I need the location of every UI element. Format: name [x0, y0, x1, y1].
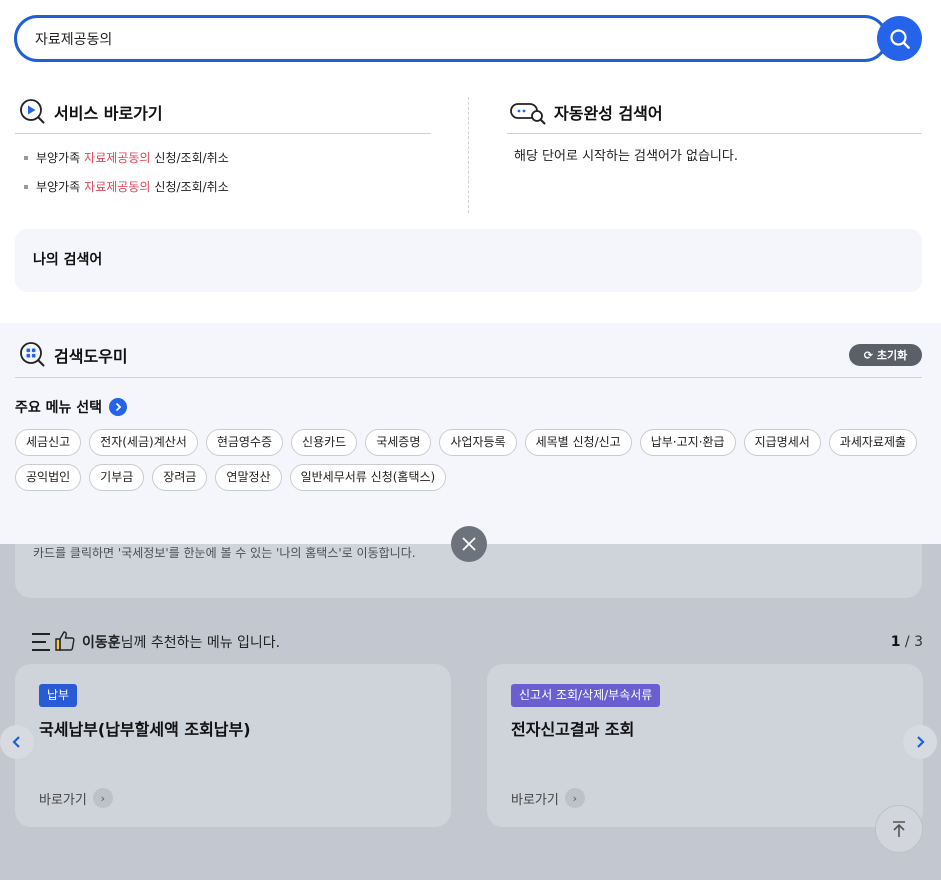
menu-chip[interactable]: 국세증명	[365, 429, 432, 456]
shortcut-link[interactable]: 바로가기 ›	[39, 788, 113, 808]
shortcut-link[interactable]: 바로가기 ›	[511, 788, 585, 808]
chevron-right-icon	[109, 398, 128, 416]
main-menu-select-label: 주요 메뉴 선택	[15, 400, 103, 416]
search-helper-header: 검색도우미	[19, 341, 128, 368]
scroll-top-button[interactable]	[875, 805, 923, 853]
menu-chip[interactable]: 지급명세서	[743, 429, 821, 456]
menu-chip[interactable]: 과세자료제출	[828, 429, 918, 456]
menu-chip[interactable]: 일반세무서류 신청(홈택스)	[289, 464, 447, 491]
pager-total: 3	[914, 634, 923, 650]
autocomplete-empty-message: 해당 단어로 시작하는 검색어가 없습니다.	[514, 149, 738, 164]
service-shortcut-list: 부양가족 자료제공동의 신청/조회/취소 부양가족 자료제공동의 신청/조회/취소	[24, 148, 233, 206]
menu-chip[interactable]: 장려금	[152, 464, 208, 491]
chevron-right-icon: ›	[92, 788, 113, 808]
chevron-right-icon: ›	[564, 788, 585, 808]
service-shortcut-item[interactable]: 부양가족 자료제공동의 신청/조회/취소	[24, 148, 233, 177]
reset-button[interactable]: ⟳ 초기화	[849, 344, 922, 366]
close-search-button[interactable]	[451, 526, 487, 562]
reco-card-title: 국세납부(납부할세액 조회납부)	[39, 720, 251, 739]
card-note: 카드를 클릭하면 '국세정보'를 한눈에 볼 수 있는 '나의 홈택스'로 이동…	[33, 546, 416, 560]
menu-chip[interactable]: 사업자등록	[439, 429, 517, 456]
refresh-icon: ⟳	[863, 348, 873, 362]
menu-chip[interactable]: 전자(세금)계산서	[89, 429, 198, 456]
search-box	[14, 15, 888, 62]
chevron-right-icon	[917, 736, 925, 748]
menu-chip[interactable]: 신용카드	[291, 429, 358, 456]
slide-prev-button[interactable]	[0, 725, 34, 759]
reco-card-payment[interactable]: 납부 국세납부(납부할세액 조회납부) 바로가기 ›	[15, 664, 451, 827]
reco-card-tag: 납부	[39, 684, 78, 707]
search-button[interactable]	[877, 16, 922, 61]
search-helper-title: 검색도우미	[54, 346, 128, 366]
service-shortcuts-title: 서비스 바로가기	[54, 103, 163, 123]
close-icon	[462, 537, 476, 551]
play-search-icon	[20, 99, 45, 124]
search-input[interactable]	[35, 28, 855, 50]
my-search-title: 나의 검색어	[33, 252, 103, 268]
reco-card-tag: 신고서 조회/삭제/부속서류	[511, 684, 661, 707]
chevron-left-icon	[12, 736, 20, 748]
arrow-up-icon	[893, 821, 905, 837]
autocomplete-title: 자동완성 검색어	[554, 103, 663, 123]
column-divider	[468, 97, 469, 213]
menu-chip-list: 세금신고 전자(세금)계산서 현금영수증 신용카드 국세증명 사업자등록 세목별…	[15, 429, 927, 491]
menu-chip[interactable]: 연말정산	[215, 464, 282, 491]
divider	[15, 377, 922, 378]
menu-chip[interactable]: 납부·고지·환급	[639, 429, 736, 456]
service-shortcuts-header: 서비스 바로가기	[19, 98, 163, 125]
reco-user-name: 이동훈	[82, 635, 121, 651]
recommendation-header: 이동훈님께 추천하는 메뉴 입니다.	[32, 628, 280, 656]
pager-current: 1	[890, 634, 901, 650]
menu-chip[interactable]: 기부금	[89, 464, 145, 491]
slide-next-button[interactable]	[903, 725, 937, 759]
search-panel: 서비스 바로가기 부양가족자료제공동의신청/조회/취소 부양가족자료제공동의신청…	[0, 0, 941, 544]
reco-card-title: 전자신고결과 조회	[511, 720, 635, 739]
reco-pager: 1 / 3	[890, 634, 923, 650]
search-icon	[889, 28, 910, 49]
autocomplete-header: 자동완성 검색어	[510, 98, 663, 125]
reco-card-efiling[interactable]: 신고서 조회/삭제/부속서류 전자신고결과 조회 바로가기 ›	[487, 664, 923, 827]
menu-chip[interactable]: 세금신고	[15, 429, 82, 456]
my-search-box: 나의 검색어	[15, 229, 922, 292]
main-menu-select[interactable]: 주요 메뉴 선택	[15, 397, 128, 417]
divider	[15, 133, 431, 134]
service-shortcut-item[interactable]: 부양가족 자료제공동의 신청/조회/취소	[24, 177, 233, 206]
chat-search-icon	[510, 103, 546, 125]
reco-title-suffix: 님께 추천하는 메뉴 입니다.	[120, 635, 281, 651]
grid-search-icon	[20, 342, 45, 367]
divider	[507, 133, 922, 134]
menu-chip[interactable]: 세목별 신청/신고	[524, 429, 632, 456]
menu-chip[interactable]: 공익법인	[15, 464, 82, 491]
menu-chip[interactable]: 현금영수증	[205, 429, 284, 456]
thumbs-up-icon	[32, 629, 76, 655]
